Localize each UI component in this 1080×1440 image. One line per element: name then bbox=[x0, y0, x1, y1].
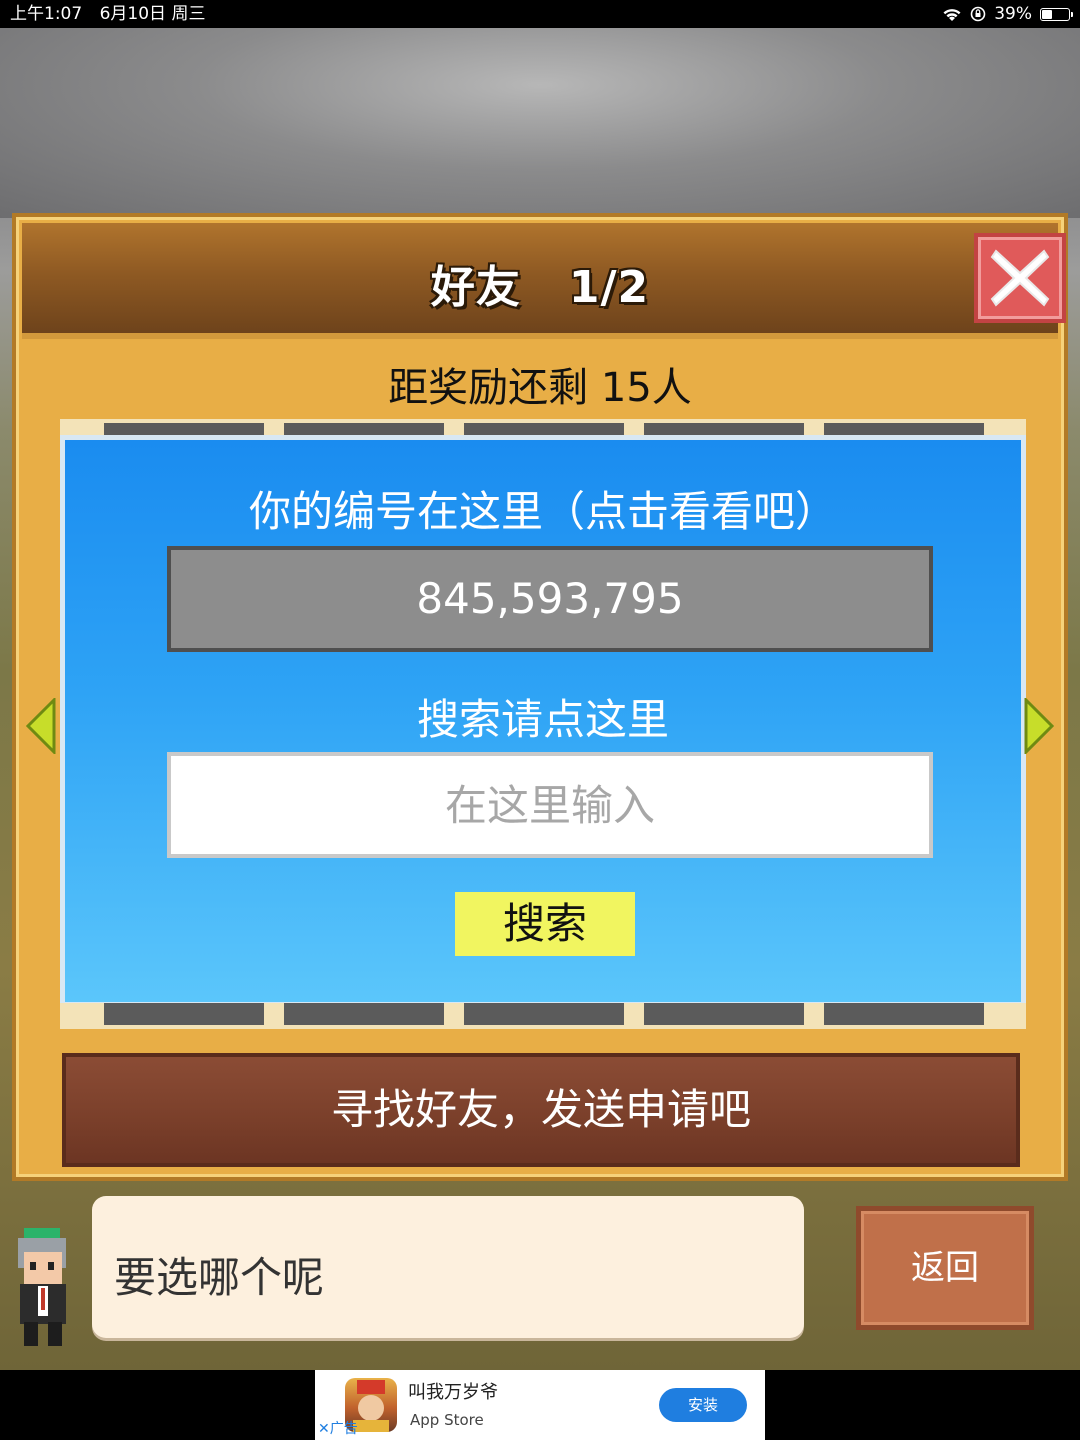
sky-background bbox=[0, 28, 1080, 218]
friends-panel: 好友 1/2 距奖励还剩 15人 你的编号在这里（点击看看吧） 845,593,7… bbox=[12, 213, 1068, 1181]
status-time: 上午1:07 bbox=[10, 4, 83, 24]
wifi-icon bbox=[943, 8, 961, 21]
status-date: 6月10日 周三 bbox=[99, 4, 206, 24]
bottom-slot-strip bbox=[60, 1003, 1026, 1029]
speech-bubble: 要选哪个呢 bbox=[92, 1196, 804, 1338]
close-icon bbox=[990, 249, 1050, 307]
next-page-arrow-icon[interactable] bbox=[1024, 698, 1054, 754]
speech-text: 要选哪个呢 bbox=[114, 1253, 325, 1302]
panel-title-text: 好友 bbox=[430, 262, 521, 313]
your-id-box[interactable]: 845,593,795 bbox=[167, 546, 933, 652]
reward-remaining-text: 距奖励还剩 15人 bbox=[388, 365, 692, 411]
ad-install-button[interactable]: 安装 bbox=[659, 1388, 747, 1422]
ad-store-name: App Store bbox=[410, 1411, 484, 1429]
battery-percent: 39% bbox=[994, 4, 1032, 24]
search-label: 搜索请点这里 bbox=[416, 695, 669, 744]
panel-title: 好友 1/2 bbox=[22, 251, 1058, 315]
friend-id-dialog: 你的编号在这里（点击看看吧） 845,593,795 搜索请点这里 搜索 bbox=[60, 435, 1026, 1007]
status-left: 上午1:07 6月10日 周三 bbox=[10, 0, 217, 28]
friend-slot[interactable] bbox=[644, 1003, 804, 1025]
your-id-label: 你的编号在这里（点击看看吧） bbox=[248, 487, 837, 536]
ad-label[interactable]: ✕广告 bbox=[318, 1418, 358, 1438]
panel-page-indicator: 1/2 bbox=[568, 262, 650, 313]
friend-id-search-input[interactable] bbox=[167, 752, 933, 858]
panel-header: 好友 1/2 bbox=[22, 223, 1066, 339]
back-button[interactable]: 返回 bbox=[856, 1206, 1034, 1330]
ad-banner[interactable]: 叫我万岁爷 App Store 安装 ✕广告 bbox=[315, 1370, 765, 1440]
friend-slot[interactable] bbox=[464, 1003, 624, 1025]
ad-app-title: 叫我万岁爷 bbox=[408, 1382, 498, 1403]
send-request-bar[interactable]: 寻找好友，发送申请吧 bbox=[62, 1053, 1020, 1167]
friend-slot[interactable] bbox=[104, 1003, 264, 1025]
battery-icon bbox=[1040, 7, 1073, 21]
rotation-lock-icon bbox=[970, 6, 986, 22]
ad-area: 叫我万岁爷 App Store 安装 ✕广告 bbox=[0, 1370, 1080, 1440]
status-bar: 上午1:07 6月10日 周三 39% bbox=[0, 0, 1080, 28]
search-button[interactable]: 搜索 bbox=[455, 892, 635, 956]
friend-slot[interactable] bbox=[284, 1003, 444, 1025]
close-button[interactable] bbox=[974, 233, 1066, 323]
status-right: 39% bbox=[942, 0, 1073, 28]
friend-slot[interactable] bbox=[824, 1003, 984, 1025]
character-avatar bbox=[18, 1228, 66, 1346]
previous-page-arrow-icon[interactable] bbox=[26, 698, 56, 754]
